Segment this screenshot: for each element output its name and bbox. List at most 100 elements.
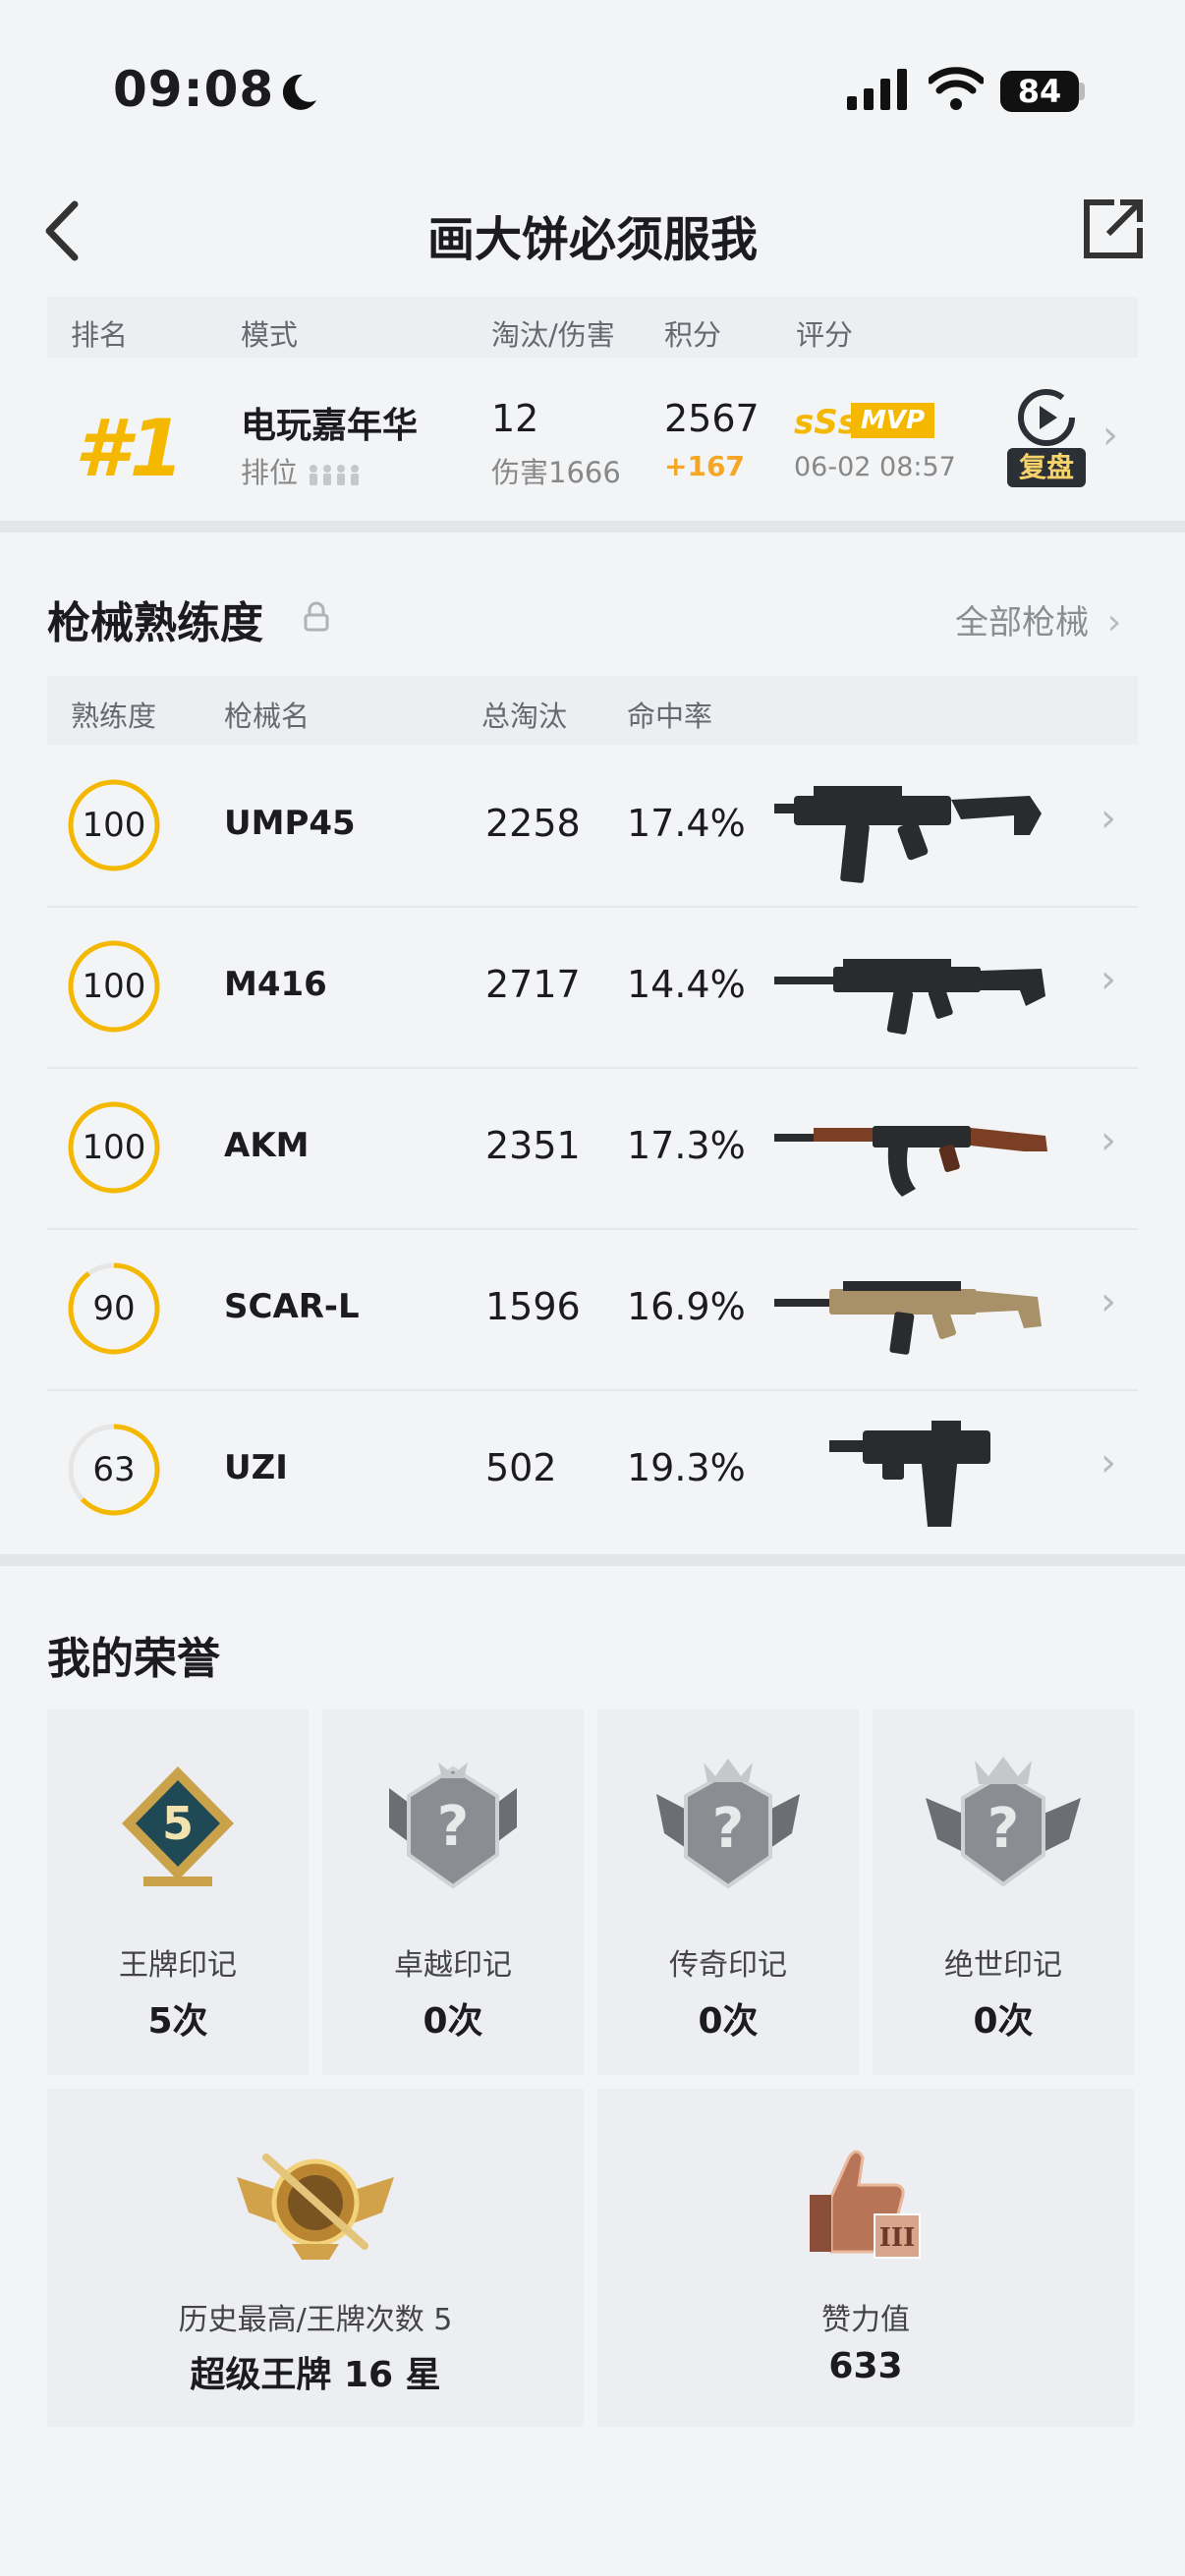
weapon-name: AKM bbox=[224, 1126, 310, 1165]
weapon-row-uzi[interactable]: 63 UZI 502 19.3% › bbox=[47, 1389, 1138, 1550]
honor-tile-peerless[interactable]: ? 绝世印记 0次 bbox=[873, 1709, 1134, 2075]
replay-icon[interactable] bbox=[1012, 387, 1081, 448]
weapon-hit-rate: 17.3% bbox=[627, 1124, 746, 1167]
weapon-kills: 2258 bbox=[485, 802, 581, 845]
weapon-kills: 502 bbox=[485, 1446, 557, 1489]
honor-tile-excellence[interactable]: ? 卓越印记 0次 bbox=[322, 1709, 584, 2075]
svg-text:?: ? bbox=[437, 1795, 469, 1859]
chevron-right-icon[interactable]: › bbox=[1100, 957, 1116, 1002]
mode-sub-label: 排位 bbox=[241, 456, 299, 489]
all-weapons-label: 全部枪械 bbox=[955, 603, 1089, 643]
mastery-value: 63 bbox=[92, 1450, 136, 1489]
svg-text:?: ? bbox=[712, 1797, 744, 1861]
honor-tile-ace[interactable]: 5 王牌印记 5次 bbox=[47, 1709, 309, 2075]
grade-badge: sSs bbox=[794, 403, 858, 442]
mastery-value: 100 bbox=[82, 806, 146, 845]
weapon-kills: 2351 bbox=[485, 1124, 581, 1167]
best-rank-value: 超级王牌 16 星 bbox=[190, 2355, 441, 2395]
weapon-hit-rate: 14.4% bbox=[627, 963, 746, 1006]
weapon-row-m416[interactable]: 100 M416 2717 14.4% › bbox=[47, 906, 1138, 1069]
mode-sub: 排位 bbox=[241, 450, 362, 491]
header-kills-damage: 淘汰/伤害 bbox=[491, 318, 615, 352]
match-chevron-icon[interactable]: › bbox=[1102, 413, 1118, 458]
mastery-value: 100 bbox=[82, 967, 146, 1006]
thumbs-up-icon: III bbox=[810, 2150, 921, 2259]
weapon-row-scar-l[interactable]: 90 SCAR-L 1596 16.9% › bbox=[47, 1228, 1138, 1391]
signal-icon bbox=[847, 69, 907, 110]
honor-tile-best-rank[interactable]: 历史最高/王牌次数 5 超级王牌 16 星 bbox=[47, 2089, 584, 2427]
header-weapon-name: 枪械名 bbox=[224, 700, 310, 733]
locked-mark-icon: ? bbox=[656, 1759, 800, 1889]
ace-badge-number: 5 bbox=[162, 1797, 194, 1850]
rank-number: #1 bbox=[75, 403, 185, 494]
ace-crest-icon bbox=[237, 2154, 394, 2260]
svg-text:?: ? bbox=[988, 1797, 1019, 1861]
honor-label: 绝世印记 bbox=[944, 1948, 1062, 1983]
moon-icon bbox=[282, 74, 316, 110]
header-total-kills: 总淘汰 bbox=[481, 700, 568, 733]
match-datetime: 06-02 08:57 bbox=[794, 452, 956, 482]
weapon-hit-rate: 16.9% bbox=[627, 1285, 746, 1328]
honors-title: 我的荣誉 bbox=[47, 1634, 220, 1684]
uzi-image bbox=[829, 1421, 990, 1527]
honor-count: 0次 bbox=[973, 2001, 1034, 2042]
chevron-right-icon: › bbox=[1106, 602, 1122, 643]
ump45-image bbox=[774, 786, 1042, 883]
weapon-hit-rate: 17.4% bbox=[627, 802, 746, 845]
akm-image bbox=[774, 1126, 1047, 1197]
weapon-row-akm[interactable]: 100 AKM 2351 17.3% › bbox=[47, 1067, 1138, 1230]
honor-count: 0次 bbox=[423, 2001, 483, 2042]
status-time: 09:08 bbox=[113, 61, 275, 118]
page-title: 画大饼必须服我 bbox=[426, 212, 758, 267]
locked-mark-icon: ? bbox=[389, 1763, 517, 1889]
header-rating: 评分 bbox=[796, 318, 854, 352]
weapon-name: SCAR-L bbox=[224, 1287, 360, 1326]
chevron-right-icon[interactable]: › bbox=[1100, 796, 1116, 841]
chevron-right-icon[interactable]: › bbox=[1100, 1118, 1116, 1163]
header-rank: 排名 bbox=[71, 318, 129, 352]
weapon-name: UZI bbox=[224, 1448, 288, 1487]
honor-count: 5次 bbox=[147, 2001, 208, 2042]
all-weapons-link[interactable]: 全部枪械 › bbox=[955, 595, 1121, 644]
battery-tip bbox=[1079, 83, 1085, 100]
chevron-right-icon[interactable]: › bbox=[1100, 1279, 1116, 1324]
score-value: 2567 bbox=[664, 397, 760, 440]
honor-tile-legend[interactable]: ? 传奇印记 0次 bbox=[597, 1709, 859, 2075]
score-change: +167 bbox=[664, 450, 745, 482]
mvp-badge: MVP bbox=[851, 403, 935, 438]
header-mode: 模式 bbox=[241, 318, 299, 352]
likes-value: 633 bbox=[828, 2346, 903, 2386]
share-icon[interactable] bbox=[1081, 196, 1146, 261]
svg-text:III: III bbox=[879, 2223, 916, 2253]
honor-count: 0次 bbox=[698, 2001, 759, 2042]
locked-mark-icon: ? bbox=[926, 1757, 1081, 1887]
weapon-name: M416 bbox=[224, 965, 327, 1004]
summary-header: 排名 模式 淘汰/伤害 积分 评分 bbox=[47, 297, 1138, 358]
header-hit-rate: 命中率 bbox=[627, 700, 713, 733]
weapon-name: UMP45 bbox=[224, 804, 356, 843]
wifi-icon bbox=[929, 67, 984, 110]
section-divider bbox=[0, 521, 1185, 532]
honor-label: 传奇印记 bbox=[669, 1948, 787, 1983]
ace-mark-icon: 5 bbox=[122, 1766, 234, 1886]
chevron-right-icon[interactable]: › bbox=[1100, 1440, 1116, 1485]
weapon-kills: 2717 bbox=[485, 963, 581, 1006]
weapon-row-ump45[interactable]: 100 UMP45 2258 17.4% › bbox=[47, 745, 1138, 908]
battery-level: 84 bbox=[1000, 71, 1079, 112]
honor-label: 卓越印记 bbox=[394, 1948, 512, 1983]
scar-l-image bbox=[774, 1281, 1042, 1355]
best-rank-label: 历史最高/王牌次数 5 bbox=[178, 2303, 453, 2337]
squad-icon bbox=[310, 465, 360, 485]
kills-value: 12 bbox=[491, 397, 539, 440]
m416-image bbox=[774, 959, 1045, 1035]
weapon-hit-rate: 19.3% bbox=[627, 1446, 746, 1489]
mode-name: 电玩嘉年华 bbox=[241, 406, 419, 446]
honor-tile-likes[interactable]: III 赞力值 633 bbox=[597, 2089, 1134, 2427]
replay-button[interactable]: 复盘 bbox=[1007, 448, 1086, 487]
weapon-kills: 1596 bbox=[485, 1285, 581, 1328]
mastery-value: 100 bbox=[82, 1128, 146, 1167]
honor-label: 王牌印记 bbox=[119, 1948, 237, 1983]
section-divider bbox=[0, 1554, 1185, 1566]
mastery-value: 90 bbox=[92, 1289, 136, 1328]
weapons-title: 枪械熟练度 bbox=[47, 598, 263, 648]
